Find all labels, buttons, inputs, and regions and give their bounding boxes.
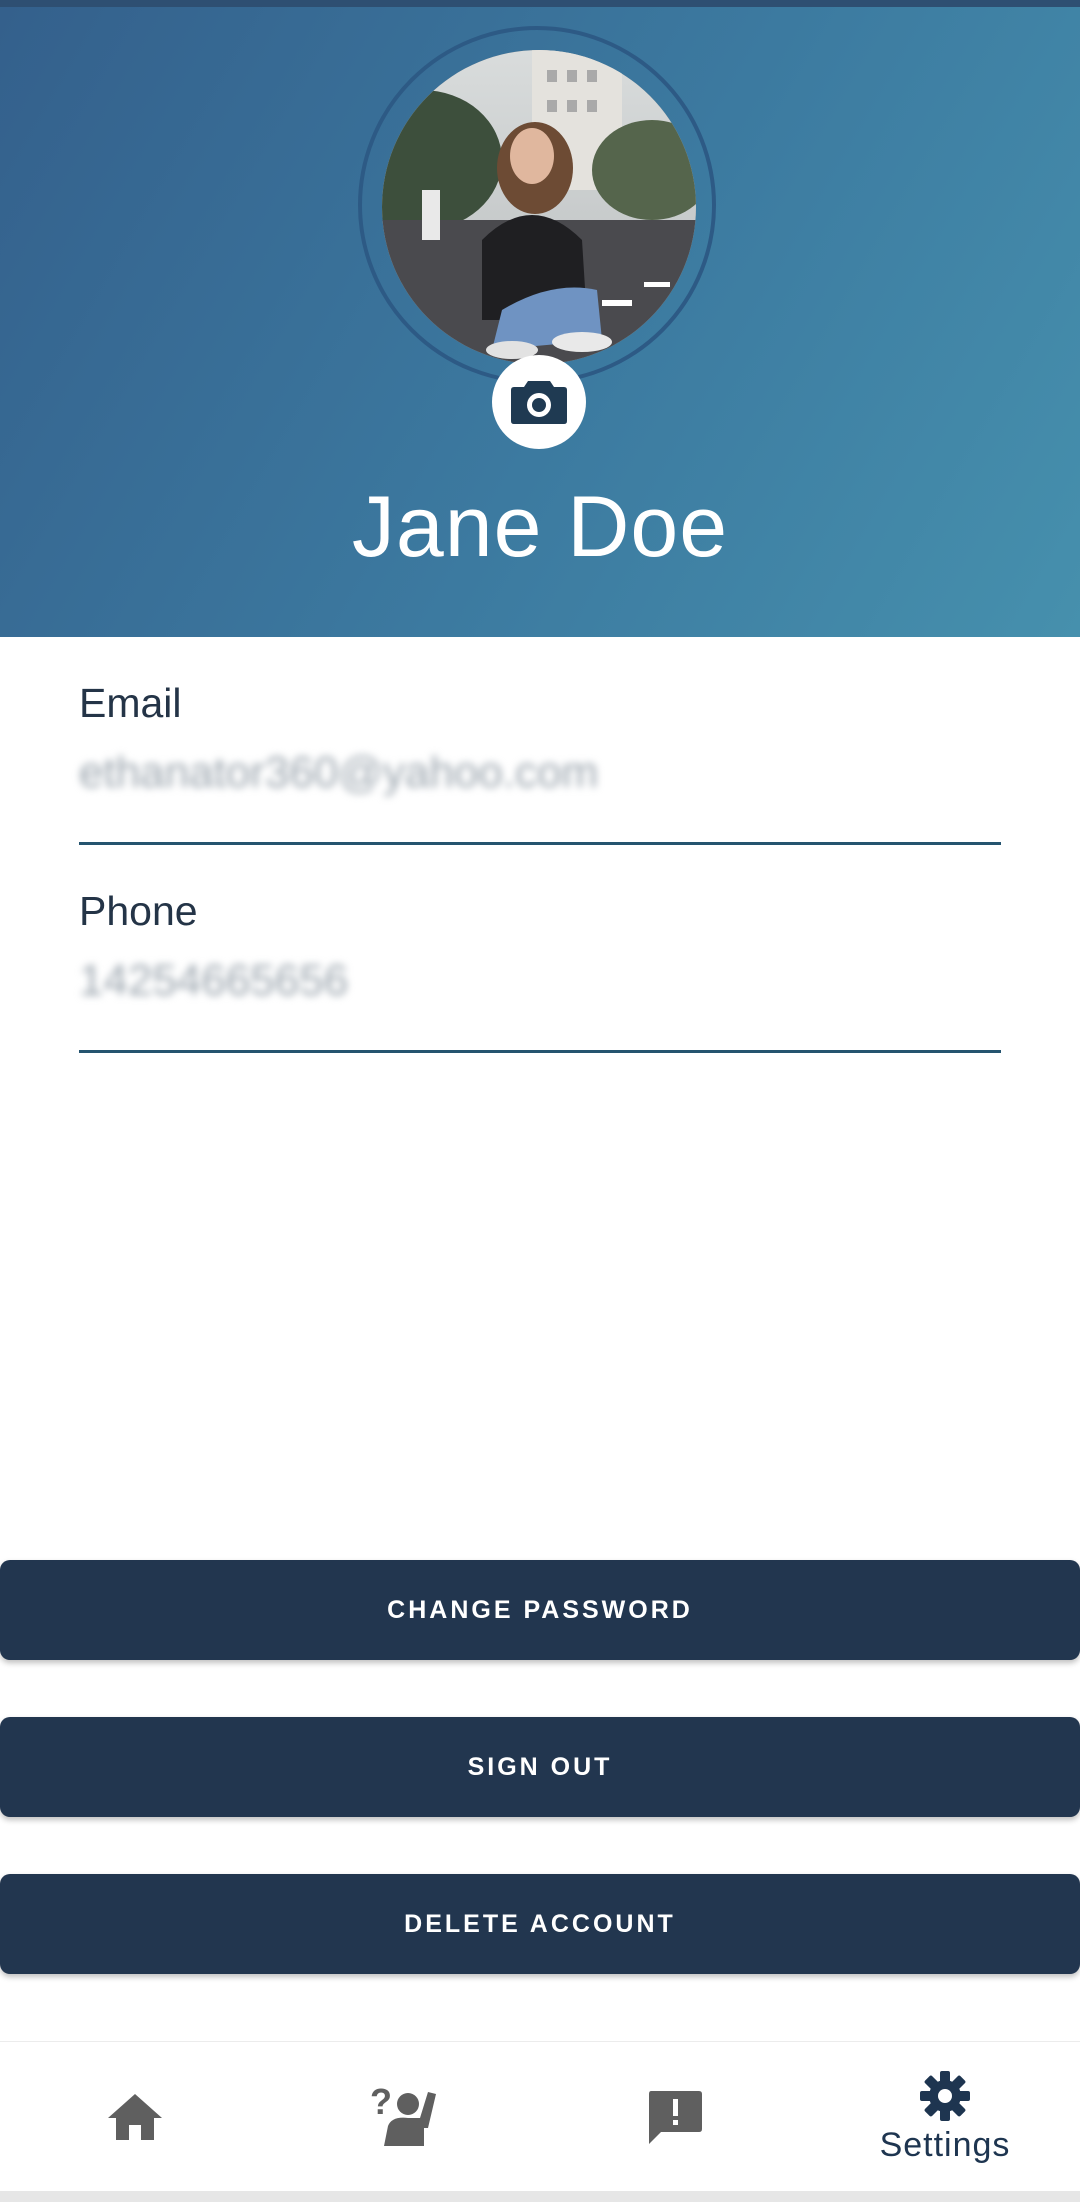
phone-value[interactable]: 14254665656 xyxy=(79,956,348,1006)
delete-account-button[interactable]: DELETE ACCOUNT xyxy=(0,1874,1080,1974)
email-field[interactable]: Email ethanator360@yahoo.com xyxy=(79,680,1001,848)
help-person-icon: ? xyxy=(370,2084,436,2146)
svg-text:?: ? xyxy=(370,2084,392,2122)
email-value[interactable]: ethanator360@yahoo.com xyxy=(79,748,598,798)
status-strip xyxy=(0,0,1080,7)
camera-icon xyxy=(511,381,567,424)
nav-label-settings: Settings xyxy=(879,2125,1011,2164)
avatar[interactable] xyxy=(382,50,696,364)
avatar-photo xyxy=(382,50,696,364)
phone-label: Phone xyxy=(79,888,198,934)
nav-item-help[interactable]: ? xyxy=(270,2042,540,2192)
change-password-button[interactable]: CHANGE PASSWORD xyxy=(0,1560,1080,1660)
phone-field[interactable]: Phone 14254665656 xyxy=(79,888,1001,1056)
change-photo-button[interactable] xyxy=(492,355,586,449)
nav-item-feedback[interactable] xyxy=(540,2042,810,2192)
email-label: Email xyxy=(79,680,182,726)
system-nav-strip xyxy=(0,2191,1080,2202)
bottom-navigation: ? Settings xyxy=(0,2041,1080,2192)
profile-name: Jane Doe xyxy=(351,479,729,575)
phone-underline xyxy=(79,1050,1001,1053)
nav-item-settings[interactable]: Settings xyxy=(810,2042,1080,2192)
home-icon xyxy=(108,2094,162,2140)
gear-icon xyxy=(920,2070,970,2121)
nav-item-home[interactable] xyxy=(0,2042,270,2192)
sign-out-button[interactable]: SIGN OUT xyxy=(0,1717,1080,1817)
email-underline xyxy=(79,842,1001,845)
feedback-alert-icon xyxy=(649,2091,702,2144)
